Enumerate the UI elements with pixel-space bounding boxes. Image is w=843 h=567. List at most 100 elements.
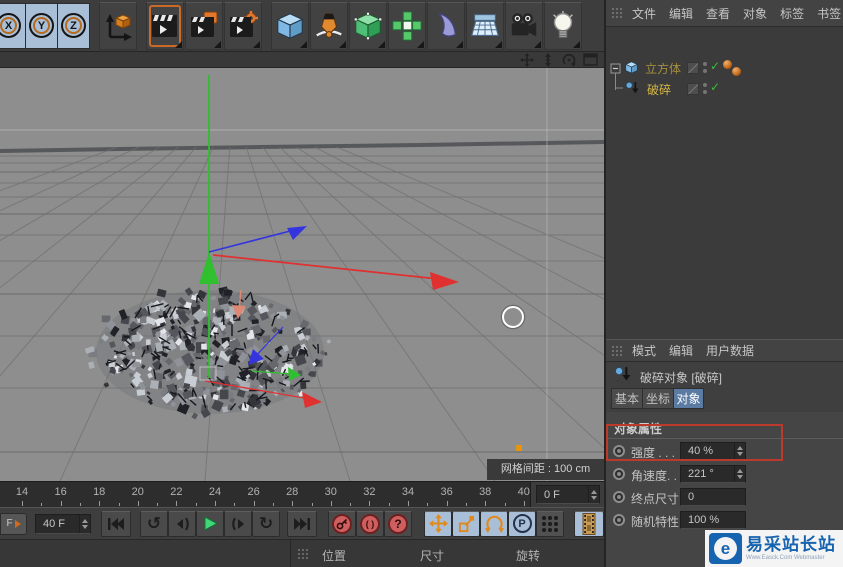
- menu-item[interactable]: 用户数据: [706, 342, 754, 359]
- ruler-tick: [253, 501, 255, 506]
- prev-key-button[interactable]: ↺: [140, 510, 168, 537]
- ruler-tick: [523, 501, 525, 506]
- field-stepper[interactable]: [734, 443, 745, 459]
- visibility-dots[interactable]: [703, 62, 707, 74]
- add-cube-button[interactable]: [271, 1, 309, 50]
- property-field[interactable]: 100 %: [680, 511, 746, 529]
- end-frame-stepper[interactable]: [79, 514, 90, 533]
- menu-item[interactable]: 编辑: [669, 342, 693, 359]
- next-frame-button[interactable]: [224, 510, 252, 537]
- axis-lock-z-button[interactable]: Z: [58, 2, 90, 49]
- ruler-tick: [427, 503, 429, 506]
- filmstrip-icon: [582, 512, 596, 535]
- keyframe-question-button[interactable]: ?: [384, 510, 412, 537]
- tab-坐标[interactable]: 坐标: [642, 388, 673, 409]
- layer-toggle[interactable]: [687, 83, 699, 95]
- axis-lock-y-button[interactable]: Y: [26, 2, 58, 49]
- section-rule: [606, 438, 843, 439]
- menu-item[interactable]: 编辑: [669, 5, 693, 22]
- keyframe-circle-icon[interactable]: [613, 468, 625, 480]
- grip-icon[interactable]: [297, 548, 310, 560]
- axis-lock-x-button[interactable]: X: [0, 2, 26, 49]
- timeline-ruler[interactable]: 14 16 18 20 22 24 26 28 30 32 34 36 38 40 0 F: [0, 481, 604, 507]
- field-stepper[interactable]: [734, 466, 745, 482]
- camera-rotate-icon[interactable]: [562, 53, 576, 67]
- add-light-button[interactable]: [544, 1, 582, 50]
- goto-start-button[interactable]: [101, 510, 131, 537]
- property-field[interactable]: 221 °: [680, 465, 746, 483]
- menu-item[interactable]: 标签: [780, 5, 804, 22]
- cube-icon: [276, 12, 304, 39]
- frame-stepper[interactable]: [588, 486, 599, 503]
- tab-对象[interactable]: 对象: [673, 388, 704, 409]
- phong-tag-icon[interactable]: [723, 60, 732, 69]
- tool-group: P: [424, 510, 564, 537]
- record-circle: [332, 513, 352, 534]
- render-picture-viewer-button[interactable]: [185, 1, 223, 50]
- add-generator-button[interactable]: [349, 1, 387, 50]
- play-button[interactable]: [196, 510, 224, 537]
- tab-基本[interactable]: 基本: [611, 388, 642, 409]
- view-toggle-icon[interactable]: [583, 53, 598, 66]
- goto-end-button[interactable]: [287, 510, 317, 537]
- ruler-tick: [157, 503, 159, 506]
- frame-counter-box: 0 F: [530, 482, 604, 507]
- attribute-object-title: 破碎对象 [破碎]: [606, 362, 843, 388]
- goto-end-icon: [294, 517, 310, 530]
- menu-item[interactable]: 查看: [706, 5, 730, 22]
- menu-item[interactable]: 文件: [632, 5, 656, 22]
- filmstrip-button[interactable]: [574, 510, 604, 537]
- 3d-viewport[interactable]: [0, 68, 604, 481]
- record-group: ( ) ?: [328, 510, 412, 537]
- position-label: 位置: [322, 549, 347, 563]
- add-mograph-button[interactable]: [388, 1, 426, 50]
- enabled-check-icon[interactable]: ✓: [710, 80, 720, 94]
- tree-row-fracture[interactable]: 破碎 ✓: [606, 79, 843, 99]
- property-label: 角速度. .: [631, 469, 678, 483]
- add-deformer-button[interactable]: [427, 1, 465, 50]
- add-spline-button[interactable]: [310, 1, 348, 50]
- material-tag-icon[interactable]: [732, 67, 741, 76]
- object-name-fracture[interactable]: 破碎: [647, 81, 671, 98]
- keyframe-circle-icon[interactable]: [613, 514, 625, 526]
- coordinate-system-button[interactable]: [99, 1, 137, 50]
- camera-pan-icon[interactable]: [520, 52, 534, 67]
- ruler-tick: [408, 501, 409, 506]
- visibility-dots[interactable]: [703, 83, 707, 95]
- move-tool-button[interactable]: [424, 510, 452, 537]
- ruler-tick: [137, 501, 139, 506]
- grip-icon[interactable]: [611, 345, 624, 357]
- record-key-button[interactable]: [328, 510, 356, 537]
- prev-frame-button[interactable]: [168, 510, 196, 537]
- end-frame-field[interactable]: 40 F: [35, 513, 91, 534]
- autokey-button[interactable]: ( ): [356, 510, 384, 537]
- fracture-object-icon: [625, 81, 639, 96]
- render-view-button[interactable]: [146, 1, 184, 50]
- menu-item[interactable]: 对象: [743, 5, 767, 22]
- menu-item[interactable]: 书签: [817, 5, 841, 22]
- property-field[interactable]: 40 %: [680, 442, 746, 460]
- next-key-button[interactable]: ↻: [252, 510, 280, 537]
- keyframe-dots-button[interactable]: [536, 510, 564, 537]
- object-name-cube[interactable]: 立方体: [645, 60, 681, 77]
- layer-toggle[interactable]: [687, 62, 699, 74]
- scale-tool-button[interactable]: [452, 510, 480, 537]
- camera-zoom-icon[interactable]: [541, 52, 555, 67]
- keyframe-circle-icon[interactable]: [613, 491, 625, 503]
- partial-frame-dropdown[interactable]: F: [0, 512, 27, 535]
- menu-item[interactable]: 模式: [632, 342, 656, 359]
- play-icon: [204, 516, 218, 531]
- keyframe-circle-icon[interactable]: [613, 445, 625, 457]
- render-settings-button[interactable]: [224, 1, 262, 50]
- ruler-strip[interactable]: 14 16 18 20 22 24 26 28 30 32 34 36 38 40: [0, 482, 545, 507]
- coordinate-p-button[interactable]: P: [508, 510, 536, 537]
- frame-field[interactable]: 0 F: [536, 485, 600, 504]
- grip-icon[interactable]: [611, 7, 624, 19]
- add-camera-button[interactable]: [505, 1, 543, 50]
- add-environment-button[interactable]: [466, 1, 504, 50]
- enabled-check-icon[interactable]: ✓: [710, 59, 720, 73]
- rotate-tool-button[interactable]: [480, 510, 508, 537]
- tree-row-cube[interactable]: 立方体 ✓: [606, 58, 843, 90]
- property-field[interactable]: 0: [680, 488, 746, 506]
- object-manager-tree[interactable]: 立方体 ✓ 破碎 ✓: [606, 27, 843, 339]
